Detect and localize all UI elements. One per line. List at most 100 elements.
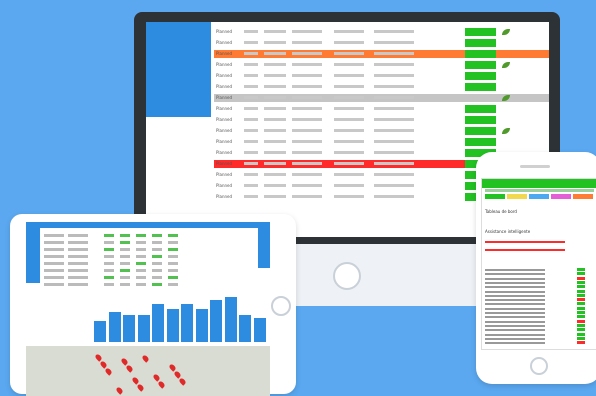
map-marker-icon[interactable] (115, 386, 124, 395)
list-item[interactable] (485, 341, 585, 345)
table-row[interactable]: Planned (214, 138, 549, 146)
tablet-home-button[interactable] (271, 296, 291, 316)
chart-bar (195, 309, 208, 342)
blurred-cell (264, 184, 286, 187)
map-marker-icon[interactable] (141, 354, 150, 363)
blurred-cell (244, 107, 258, 110)
table-row[interactable]: Planned (214, 83, 549, 91)
blurred-cell (374, 30, 414, 33)
blurred-cell (292, 96, 322, 99)
blurred-cell (334, 107, 364, 110)
blurred-cell (152, 283, 162, 286)
list-item[interactable] (485, 332, 585, 336)
blurred-cell (264, 85, 286, 88)
table-row[interactable] (38, 281, 258, 288)
list-item[interactable] (485, 319, 585, 323)
blurred-cell (334, 52, 364, 55)
map-marker-icon[interactable] (136, 383, 145, 392)
list-item[interactable] (485, 306, 585, 310)
map-marker-icon[interactable] (178, 377, 187, 386)
map-marker-icon[interactable] (157, 380, 166, 389)
blurred-cell (334, 63, 364, 66)
blurred-cell (120, 276, 130, 279)
phone-home-button[interactable] (530, 357, 548, 375)
blurred-cell (120, 283, 130, 286)
status-cell (465, 105, 496, 113)
blurred-cell (168, 234, 178, 237)
blurred-cell (374, 74, 414, 77)
list-item[interactable] (485, 302, 585, 306)
blurred-cell (334, 195, 364, 198)
blurred-cell (244, 151, 258, 154)
list-item[interactable] (485, 311, 585, 314)
blurred-cell (168, 276, 178, 279)
blurred-cell (120, 234, 130, 237)
list-item[interactable] (485, 298, 585, 302)
blurred-cell (244, 96, 258, 99)
blurred-cell (120, 241, 130, 244)
blurred-cell (374, 41, 414, 44)
blurred-cell (374, 118, 414, 121)
list-item[interactable] (485, 276, 585, 280)
table-row[interactable]: Planned (214, 50, 549, 58)
list-item[interactable] (485, 289, 585, 293)
row-label: Planned (216, 51, 233, 56)
tablet-top-bar (26, 222, 270, 228)
table-row[interactable]: Planned (214, 127, 549, 135)
table-row[interactable]: Planned (214, 72, 549, 80)
table-row[interactable]: Planned (214, 28, 549, 36)
blurred-cell (168, 269, 178, 272)
blurred-cell (244, 41, 258, 44)
blurred-cell (136, 276, 146, 279)
status-cell (465, 50, 496, 58)
list-item[interactable] (485, 315, 585, 319)
map-marker-icon[interactable] (104, 367, 113, 376)
phone-cell (507, 194, 527, 199)
blurred-cell (68, 269, 88, 272)
blurred-cell (374, 151, 414, 154)
table-row[interactable] (38, 253, 258, 260)
list-item[interactable] (485, 323, 585, 327)
status-cell (465, 28, 496, 36)
chart-bar (181, 304, 193, 342)
blurred-cell (334, 30, 364, 33)
chart-bar (94, 321, 106, 342)
row-label: Planned (216, 128, 233, 133)
blurred-cell (264, 173, 286, 176)
list-item[interactable] (485, 280, 585, 284)
blurred-cell (264, 151, 286, 154)
blurred-cell (68, 234, 88, 237)
table-row[interactable] (38, 274, 258, 281)
blurred-cell (120, 262, 130, 265)
monitor-power-button[interactable] (333, 262, 361, 290)
list-item[interactable] (485, 268, 585, 271)
tablet-right-panel (258, 228, 270, 268)
list-item[interactable] (485, 328, 585, 332)
map-marker-icon[interactable] (125, 364, 134, 373)
table-row[interactable]: Planned (214, 61, 549, 69)
table-row[interactable]: Planned (214, 116, 549, 124)
phone-screen: Tableau de bord Assistance intelligente (481, 178, 596, 350)
status-cell (577, 315, 585, 319)
chart-bar (152, 304, 164, 342)
table-row[interactable]: Planned (214, 39, 549, 47)
table-row[interactable] (38, 246, 258, 253)
blurred-cell (244, 52, 258, 55)
table-row[interactable] (38, 260, 258, 267)
table-row[interactable]: Planned (214, 94, 549, 102)
list-item[interactable] (485, 336, 585, 340)
row-label: Planned (216, 106, 233, 111)
row-label: Planned (216, 150, 233, 155)
table-row[interactable] (38, 267, 258, 274)
status-cell (577, 289, 585, 293)
list-item[interactable] (485, 285, 585, 289)
table-row[interactable] (38, 239, 258, 246)
list-item[interactable] (485, 272, 585, 276)
table-row[interactable]: Planned (214, 105, 549, 113)
blurred-cell (334, 184, 364, 187)
list-item[interactable] (485, 293, 585, 297)
blurred-cell (334, 118, 364, 121)
table-row[interactable] (38, 232, 258, 239)
blurred-cell (244, 74, 258, 77)
status-cell (577, 285, 585, 289)
